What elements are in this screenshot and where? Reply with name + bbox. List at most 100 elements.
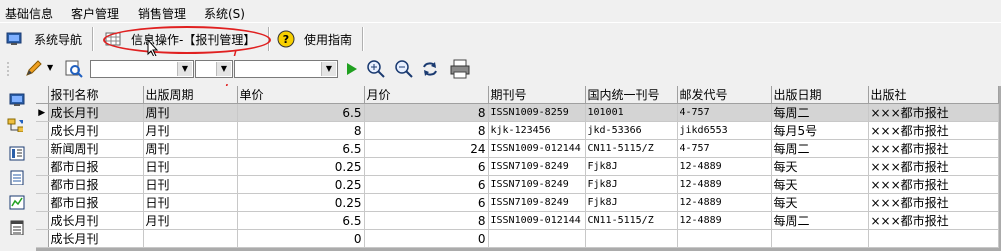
preview-icon[interactable] [65,60,83,78]
table-cell[interactable]: 成长月刊 [48,103,144,122]
table-cell[interactable]: 都市日报 [48,157,144,176]
chevron-down-icon[interactable]: ▼ [321,62,336,76]
table-cell[interactable]: 日刊 [143,193,238,212]
table-cell[interactable] [488,229,586,248]
table-cell[interactable] [868,229,999,248]
monitor-icon[interactable] [9,93,25,108]
table-cell[interactable]: 0.25 [237,175,365,194]
table-cell[interactable]: ISSN7109-8249 [488,157,586,176]
table-cell[interactable] [677,229,772,248]
table-cell[interactable]: ISSN1009-8259 [488,103,586,122]
table-cell[interactable]: 6 [364,175,489,194]
table-cell[interactable]: 8 [364,103,489,122]
col-header[interactable]: 月价 [364,86,489,104]
table-cell[interactable]: ISSN1009-012144 [488,139,586,158]
report-icon[interactable] [9,220,25,235]
table-cell[interactable]: 每周二 [771,103,869,122]
table-cell[interactable]: Fjk8J [585,157,678,176]
table-cell[interactable]: 日刊 [143,175,238,194]
nav-button[interactable]: 系统导航 [6,27,82,51]
table-cell[interactable]: 每周二 [771,211,869,230]
table-cell[interactable]: ×××都市报社 [868,193,999,212]
table-cell[interactable]: 8 [364,211,489,230]
table-cell[interactable]: ×××都市报社 [868,139,999,158]
document-icon[interactable] [9,170,25,185]
table-row[interactable]: 新闻周刊 周刊 6.5 24 ISSN1009-012144 CN11-5115/Z 4-7… [36,139,999,158]
table-cell[interactable]: ISSN7109-8249 [488,175,586,194]
table-cell[interactable]: 12-4889 [677,175,772,194]
pencil-icon[interactable] [24,60,44,78]
table-cell[interactable]: 月刊 [143,211,238,230]
value-select[interactable]: ▼ [234,60,338,78]
table-cell[interactable]: 0 [364,229,489,248]
col-header[interactable]: 期刊号 [488,86,586,104]
row-indicator[interactable] [36,121,49,140]
table-cell[interactable]: 新闻周刊 [48,139,144,158]
table-cell[interactable]: 8 [364,121,489,140]
chevron-down-icon[interactable]: ▼ [177,62,192,76]
table-cell[interactable]: 12-4889 [677,211,772,230]
table-cell[interactable]: CN11-5115/Z [585,139,678,158]
table-cell[interactable]: 6.5 [237,211,365,230]
zoom-in-icon[interactable] [366,59,386,79]
table-cell[interactable]: ×××都市报社 [868,211,999,230]
table-cell[interactable]: ×××都市报社 [868,103,999,122]
play-icon[interactable] [344,62,358,76]
col-header[interactable]: 出版日期 [771,86,869,104]
table-cell[interactable]: 日刊 [143,157,238,176]
row-indicator[interactable] [36,139,49,158]
table-cell[interactable]: 成长月刊 [48,211,144,230]
table-cell[interactable]: 0 [237,229,365,248]
table-cell[interactable]: 成长月刊 [48,229,144,248]
table-cell[interactable]: 每周二 [771,139,869,158]
table-cell[interactable]: 成长月刊 [48,121,144,140]
table-cell[interactable]: 6 [364,157,489,176]
table-cell[interactable]: 24 [364,139,489,158]
zoom-out-icon[interactable] [394,59,414,79]
table-cell[interactable]: 8 [237,121,365,140]
table-cell[interactable]: 6 [364,193,489,212]
table-cell[interactable]: 6.5 [237,139,365,158]
table-cell[interactable]: jkd-53366 [585,121,678,140]
table-cell[interactable]: Fjk8J [585,193,678,212]
table-cell[interactable]: ISSN1009-012144 [488,211,586,230]
table-cell[interactable]: 周刊 [143,139,238,158]
table-row[interactable]: 成长月刊 0 0 [36,229,999,248]
table-cell[interactable]: 101001 [585,103,678,122]
table-row[interactable]: 成长月刊 月刊 6.5 8 ISSN1009-012144 CN11-5115/Z 12-4… [36,211,999,230]
table-cell[interactable]: 每天 [771,193,869,212]
col-header[interactable]: 出版周期 [143,86,238,104]
current-row-indicator-icon[interactable]: ▶ [36,103,49,122]
table-cell[interactable]: kjk-123456 [488,121,586,140]
row-indicator[interactable] [36,193,49,212]
menu-basic-info[interactable]: 基础信息 [5,5,53,22]
table-row[interactable]: ▶ 成长月刊 周刊 6.5 8 ISSN1009-8259 101001 4-757 每周二 ××… [36,103,999,122]
col-header[interactable]: 出版社 [868,86,999,104]
table-cell[interactable]: 每天 [771,157,869,176]
table-cell[interactable]: ×××都市报社 [868,175,999,194]
table-cell[interactable]: 每月5号 [771,121,869,140]
printer-icon[interactable] [449,59,471,79]
table-row[interactable]: 成长月刊 月刊 8 8 kjk-123456 jkd-53366 jikd6553 每月5号 ×… [36,121,999,140]
col-header[interactable]: 国内统一刊号 [585,86,678,104]
table-cell[interactable]: 0.25 [237,157,365,176]
table-cell[interactable] [143,229,238,248]
col-header[interactable]: 报刊名称 [48,86,144,104]
guide-button[interactable]: ? 使用指南 [277,27,352,51]
row-indicator[interactable] [36,211,49,230]
operator-select[interactable]: ▼ [195,60,233,78]
refresh-icon[interactable] [421,60,439,78]
table-cell[interactable]: jikd6553 [677,121,772,140]
row-indicator[interactable] [36,229,49,248]
table-row[interactable]: 都市日报 日刊 0.25 6 ISSN7109-8249 Fjk8J 12-4889 每天 ××… [36,193,999,212]
table-cell[interactable]: 4-757 [677,103,772,122]
table-cell[interactable] [585,229,678,248]
col-header[interactable]: 邮发代号 [677,86,772,104]
menu-system[interactable]: 系统(S) [204,5,245,22]
table-cell[interactable] [771,229,869,248]
table-cell[interactable]: 6.5 [237,103,365,122]
field-select[interactable]: ▼ [90,60,194,78]
menu-customer[interactable]: 客户管理 [71,5,119,22]
row-indicator[interactable] [36,157,49,176]
table-cell[interactable]: 都市日报 [48,175,144,194]
